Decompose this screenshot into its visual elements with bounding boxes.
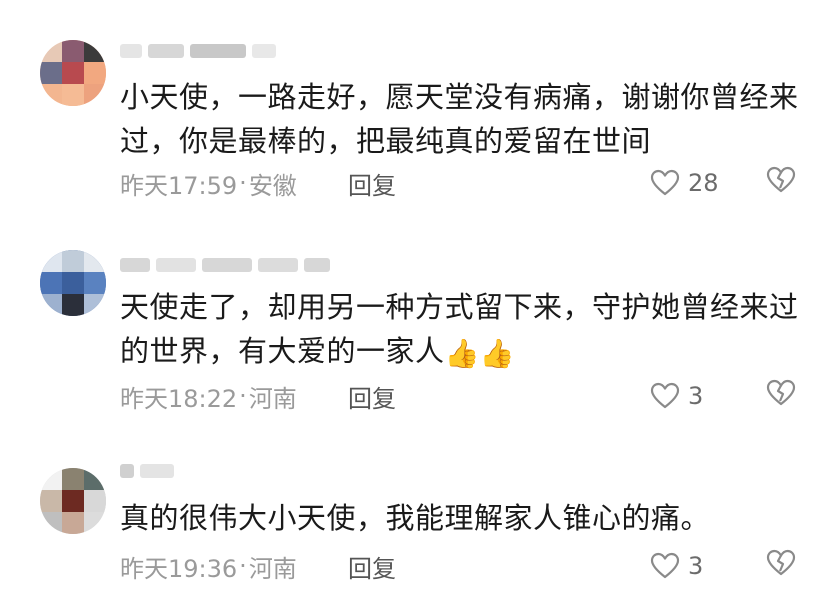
avatar[interactable]: [40, 250, 106, 316]
comment-item: 真的很伟大小天使，我能理解家人锥心的痛。 昨天19:36 · 河南 回复 3: [0, 440, 828, 614]
comment-item: 天使走了，却用另一种方式留下来，守护她曾经来过的世界，有大爱的一家人👍👍 昨天1…: [0, 210, 828, 440]
comment-location: 河南: [248, 384, 297, 413]
avatar[interactable]: [40, 40, 106, 106]
comment-item: 小天使，一路走好，愿天堂没有病痛，谢谢你曾经来过，你是最棒的，把最纯真的爱留在世…: [0, 0, 828, 210]
meta-separator: ·: [239, 552, 247, 580]
broken-heart-icon: [766, 379, 796, 406]
reply-button[interactable]: 回复: [348, 379, 396, 414]
username-blurred[interactable]: [120, 42, 276, 60]
dislike-button[interactable]: [766, 379, 796, 413]
reply-button[interactable]: 回复: [348, 549, 396, 584]
broken-heart-icon: [766, 549, 796, 576]
comment-text: 真的很伟大小天使，我能理解家人锥心的痛。: [120, 501, 711, 535]
username-blurred[interactable]: [120, 462, 174, 480]
thumbs-up-emoji: 👍👍: [444, 337, 516, 370]
comment-text: 小天使，一路走好，愿天堂没有病痛，谢谢你曾经来过，你是最棒的，把最纯真的爱留在世…: [120, 80, 799, 158]
like-button[interactable]: 28: [650, 169, 719, 197]
like-count: 3: [688, 552, 704, 580]
heart-icon: [650, 382, 680, 409]
like-count: 28: [688, 169, 719, 197]
dislike-button[interactable]: [766, 549, 796, 583]
comment-meta: 昨天19:36 · 河南 回复 3: [120, 549, 828, 584]
reply-button[interactable]: 回复: [348, 166, 396, 201]
meta-separator: ·: [239, 382, 247, 410]
meta-separator: ·: [239, 169, 247, 197]
comment-location: 河南: [248, 554, 297, 583]
comment-text: 天使走了，却用另一种方式留下来，守护她曾经来过的世界，有大爱的一家人👍👍: [120, 285, 800, 376]
comment-time: 昨天17:59: [120, 171, 238, 200]
comment-time: 昨天18:22: [120, 384, 238, 413]
comment-time: 昨天19:36: [120, 554, 238, 583]
dislike-button[interactable]: [766, 166, 796, 200]
like-button[interactable]: 3: [650, 552, 703, 580]
like-button[interactable]: 3: [650, 382, 703, 410]
username-blurred[interactable]: [120, 256, 330, 274]
heart-icon: [650, 552, 680, 579]
comment-meta: 昨天17:59 · 安徽 回复 28: [120, 166, 828, 201]
broken-heart-icon: [766, 166, 796, 193]
avatar[interactable]: [40, 468, 106, 534]
comment-meta: 昨天18:22 · 河南 回复 3: [120, 379, 828, 414]
comment-location: 安徽: [248, 171, 297, 200]
heart-icon: [650, 169, 680, 196]
like-count: 3: [688, 382, 704, 410]
